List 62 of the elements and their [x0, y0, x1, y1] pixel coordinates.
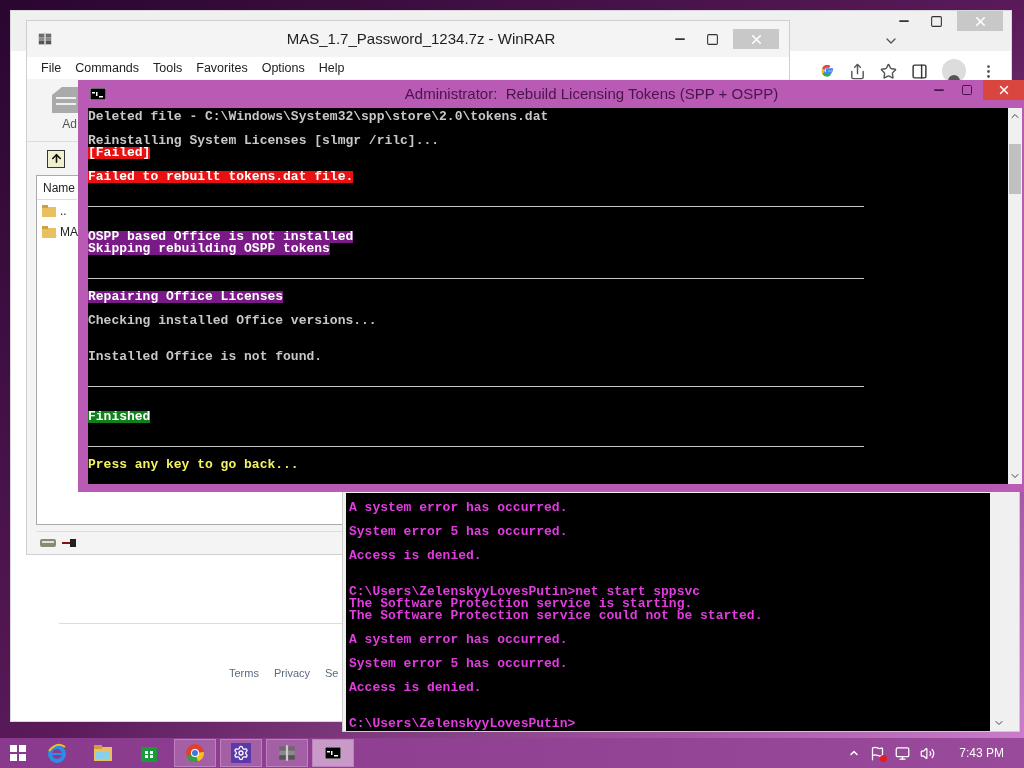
maximize-icon — [705, 32, 719, 46]
maximize-icon — [961, 84, 973, 96]
clock[interactable]: 7:43 PM — [959, 744, 1004, 762]
console-line: A system error has occurred. — [349, 634, 568, 646]
file-name[interactable]: .. — [60, 201, 67, 220]
footer-link[interactable]: Terms — [229, 665, 259, 682]
volume-icon[interactable] — [920, 745, 936, 761]
console-line: Reinstalling System Licenses [slmgr /rilc]... — [88, 135, 440, 147]
console-line: Access is denied. — [349, 550, 482, 562]
console-line: The Software Protection service could not be started. — [349, 610, 763, 622]
console-line: C:\Users\ZelenskyyLovesPutin> — [349, 718, 576, 730]
folder-icon — [42, 225, 56, 238]
menu-item[interactable]: Commands — [75, 58, 140, 78]
folder-icon — [93, 744, 113, 762]
settings-icon — [231, 743, 251, 763]
console-line: Press any key to go back... — [88, 459, 299, 471]
archive-books-icon — [37, 31, 53, 47]
taskbar-button[interactable] — [312, 739, 354, 767]
console-icon — [90, 88, 106, 100]
console-line: A system error has occurred. — [349, 502, 568, 514]
google-logo-icon[interactable] — [819, 63, 835, 79]
console-line: Deleted file - C:\Windows\System32\spp\store\2.0\tokens.dat — [88, 111, 549, 123]
up-arrow-icon — [49, 152, 63, 165]
footer-link[interactable]: Se — [325, 665, 339, 682]
console-line: Access is denied. — [349, 682, 482, 694]
window-title: Administrator: Rebuild Licensing Tokens (SPP + OSPP) — [403, 83, 780, 104]
taskbar-button[interactable] — [220, 739, 262, 767]
column-header[interactable]: Name — [37, 176, 77, 200]
footer-link[interactable]: Privacy — [273, 665, 310, 682]
avatar-icon[interactable] — [942, 59, 966, 83]
taskbar-button[interactable] — [266, 739, 308, 767]
key-icon — [62, 538, 76, 547]
browser-e-icon — [47, 743, 67, 763]
file-name[interactable]: MA — [60, 222, 78, 241]
windows-logo-icon — [10, 745, 26, 761]
archive-books-icon — [50, 85, 78, 115]
side-panel-icon[interactable] — [911, 62, 928, 80]
up-folder-button[interactable] — [47, 149, 65, 168]
menu-item[interactable]: File — [41, 58, 62, 78]
menu-item[interactable]: Favorites — [196, 58, 248, 78]
console-line: Installed Office is not found. — [88, 351, 323, 363]
maximize-icon — [929, 14, 943, 28]
menu-item[interactable]: Help — [318, 58, 345, 78]
console-line: The Software Protection service is starting. — [349, 598, 693, 610]
scrollbar-thumb[interactable] — [1009, 144, 1021, 194]
console-line: Checking installed Office versions... — [88, 315, 377, 327]
add-button[interactable]: Ad — [48, 85, 78, 133]
chrome-logo-icon — [185, 743, 205, 763]
console-icon — [325, 747, 341, 759]
folder-icon — [42, 204, 56, 217]
menu-item[interactable]: Options — [261, 58, 305, 78]
star-icon[interactable] — [880, 62, 897, 80]
network-icon[interactable] — [895, 745, 911, 761]
console-line: System error 5 has occurred. — [349, 658, 568, 670]
flag-icon[interactable] — [870, 745, 886, 761]
drive-icon — [40, 537, 56, 548]
archive-books-icon — [277, 743, 297, 763]
menu-item[interactable]: Tools — [153, 58, 183, 78]
console-line: C:\Users\ZelenskyyLovesPutin>net start sppsvc — [349, 586, 701, 598]
window-title: MAS_1.7_Password_1234.7z - WinRAR — [285, 28, 557, 49]
share-icon[interactable] — [849, 62, 866, 80]
console-line: System error 5 has occurred. — [349, 526, 568, 538]
